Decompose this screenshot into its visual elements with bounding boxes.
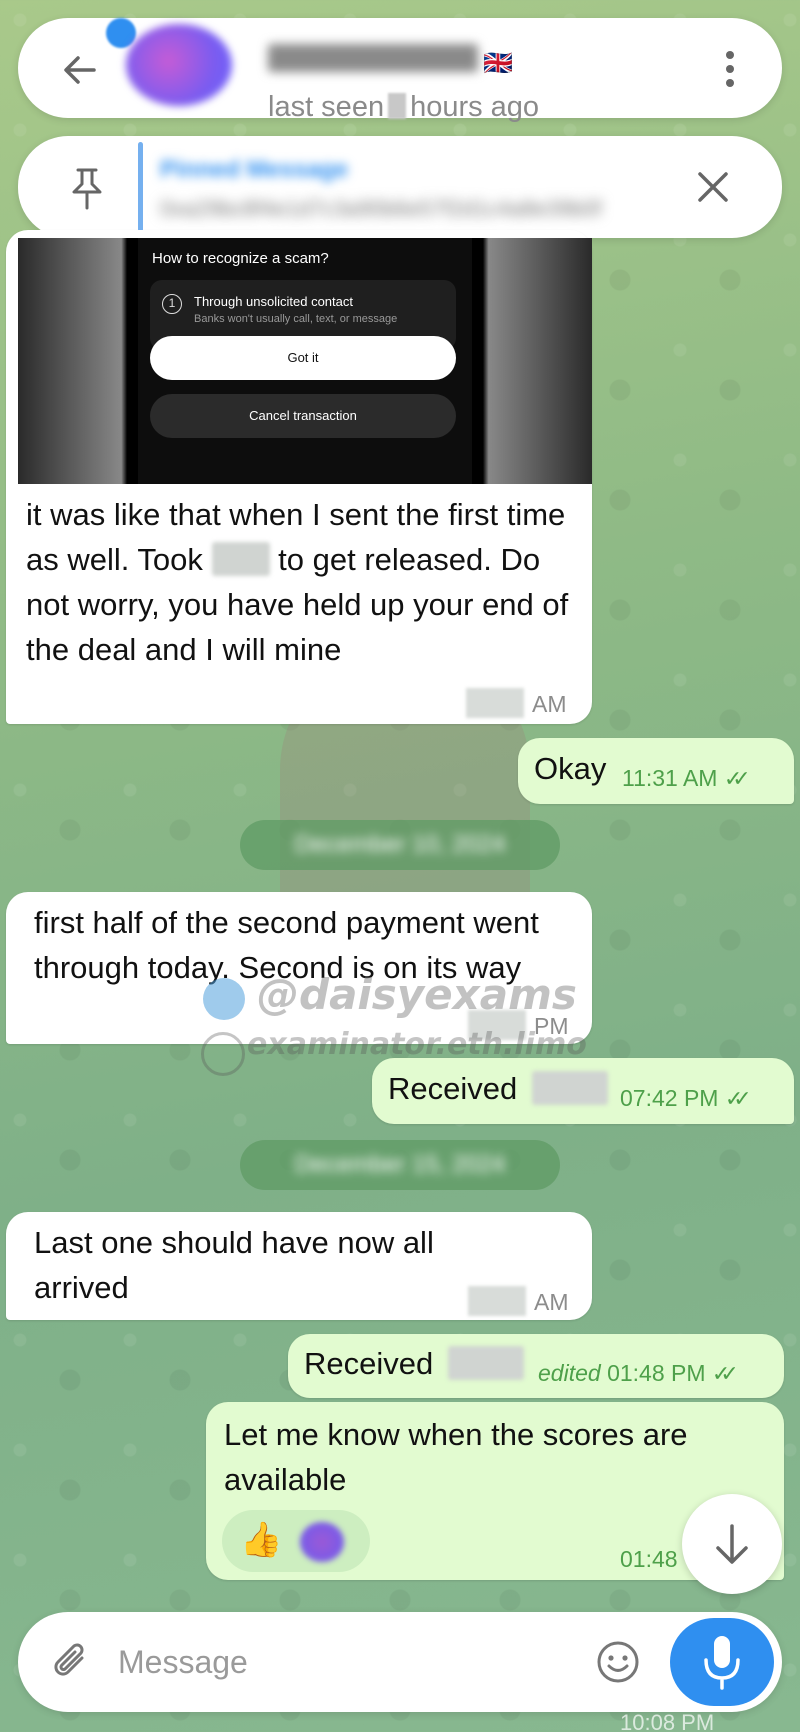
message-time: 01:48: [620, 1546, 678, 1572]
message-text: Received: [304, 1341, 524, 1386]
pin-button[interactable]: [66, 166, 108, 210]
time-suffix: AM: [532, 691, 567, 717]
avatar-status-dot: [106, 18, 136, 48]
screenshot-item-number: 1: [162, 294, 182, 314]
screenshot-item-title: Through unsolicited contact: [194, 294, 353, 309]
message-text-value: Received: [388, 1071, 518, 1106]
incoming-message-bubble[interactable]: Last one should have now all arrived AM: [6, 1212, 592, 1320]
message-time: PM: [468, 1010, 569, 1040]
message-text: Let me know when the scores are availabl…: [224, 1417, 688, 1497]
smiley-icon: [597, 1641, 639, 1683]
time-value: 11:31 AM: [622, 765, 718, 791]
redacted-amount: [531, 1071, 608, 1105]
message-text: Last one should have now all arrived: [34, 1225, 434, 1305]
outgoing-message-bubble[interactable]: Received edited 01:48 PM ✓✓: [288, 1334, 784, 1398]
edited-label: edited: [538, 1360, 601, 1386]
screenshot-question: How to recognize a scam?: [152, 250, 329, 267]
outgoing-message-bubble[interactable]: Received 07:42 PM ✓✓: [372, 1058, 794, 1124]
chat-header[interactable]: 🇬🇧 last seen hours ago: [18, 18, 782, 123]
voice-record-button[interactable]: [670, 1618, 774, 1706]
redacted-time: [468, 1286, 526, 1316]
time-value: 07:42 PM: [620, 1085, 719, 1111]
message-time: AM: [468, 1286, 569, 1316]
incoming-message-bubble[interactable]: first half of the second payment went th…: [6, 892, 592, 1044]
time-suffix: AM: [534, 1289, 569, 1315]
pinned-indicator-bar: [138, 142, 143, 232]
date-separator: December 15, 2024: [240, 1140, 560, 1190]
message-text: first half of the second payment went th…: [34, 905, 539, 985]
double-check-icon: ✓✓: [723, 766, 751, 791]
redacted-amount: [447, 1346, 524, 1380]
pinned-message-bar[interactable]: Pinned Message 0xa29bc8f4e1d7c3a90b6e57f…: [18, 136, 782, 238]
contact-avatar[interactable]: [126, 24, 232, 106]
close-pinned-button[interactable]: [692, 166, 734, 208]
screenshot-cancel-button: Cancel transaction: [150, 394, 456, 438]
back-button[interactable]: [58, 48, 102, 92]
pinned-preview: 0xa29bc8f4e1d7c3a90b6e57f2d1c4a8e39b0f: [160, 196, 602, 221]
message-text: Received: [388, 1066, 608, 1111]
time-value: 01:48 PM: [607, 1360, 706, 1386]
message-time: 11:31 AM ✓✓: [622, 765, 751, 792]
message-time: AM: [466, 688, 567, 718]
date-separator: December 10, 2024: [240, 820, 560, 870]
redacted-time: [466, 688, 524, 718]
contact-name[interactable]: [268, 44, 478, 74]
attached-screenshot[interactable]: How to recognize a scam? 1 Through unsol…: [18, 238, 592, 484]
thumbs-up-reaction[interactable]: 👍: [240, 1520, 282, 1560]
message-time: edited 01:48 PM ✓✓: [538, 1360, 739, 1387]
date-label: December 15, 2024: [294, 1151, 506, 1178]
last-seen-prefix: last seen: [268, 91, 385, 123]
message-time: 07:42 PM ✓✓: [620, 1085, 752, 1112]
close-icon: [698, 172, 728, 202]
redacted-duration: [211, 542, 270, 576]
date-label: December 10, 2024: [294, 831, 506, 858]
pinned-title: Pinned Message: [160, 156, 349, 183]
reactor-avatar: [300, 1522, 344, 1562]
redacted-hours: [388, 93, 407, 119]
screenshot-item-subtitle: Banks won't usually call, text, or messa…: [194, 313, 398, 325]
emoji-button[interactable]: [594, 1638, 642, 1686]
last-seen-suffix: hours ago: [410, 91, 540, 123]
redacted-time: [468, 1010, 526, 1040]
arrow-down-icon: [716, 1524, 748, 1564]
screenshot-got-it-button: Got it: [150, 336, 456, 380]
microphone-icon: [704, 1636, 740, 1690]
pin-icon: [72, 168, 102, 210]
message-input[interactable]: [118, 1634, 578, 1690]
message-text: Okay: [534, 751, 607, 786]
outgoing-message-bubble[interactable]: Okay 11:31 AM ✓✓: [518, 738, 794, 804]
message-text: it was like that when I sent the first t…: [26, 492, 576, 672]
scroll-down-button[interactable]: [682, 1494, 782, 1594]
last-seen-status: last seen hours ago: [268, 91, 539, 124]
message-reactions[interactable]: 👍: [222, 1510, 370, 1572]
time-suffix: PM: [534, 1013, 569, 1039]
arrow-left-icon: [64, 56, 96, 84]
message-composer: [18, 1612, 782, 1712]
paperclip-icon: [54, 1643, 84, 1676]
flag-icon: 🇬🇧: [483, 50, 513, 77]
double-check-icon: ✓✓: [724, 1086, 752, 1111]
attach-button[interactable]: [48, 1638, 96, 1686]
message-text-value: Received: [304, 1346, 434, 1381]
screenshot-content: How to recognize a scam? 1 Through unsol…: [138, 238, 472, 484]
peek-time: 10:08 PM: [620, 1710, 715, 1732]
more-vertical-icon: [726, 51, 734, 87]
double-check-icon: ✓✓: [711, 1361, 739, 1386]
more-menu-button[interactable]: [718, 46, 742, 92]
